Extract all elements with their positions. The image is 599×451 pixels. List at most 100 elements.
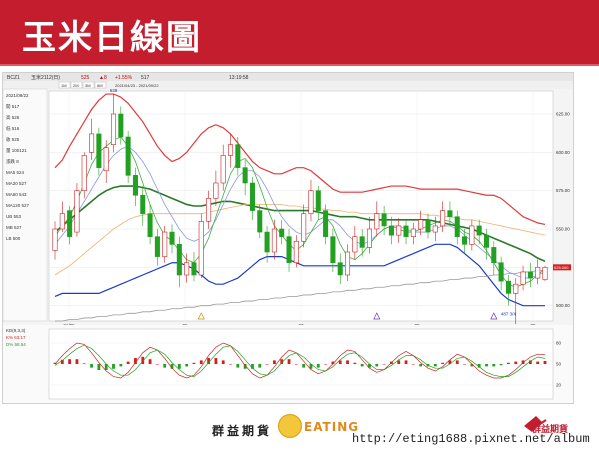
candle-body <box>154 236 160 257</box>
kd-histogram-bar <box>177 364 181 369</box>
kd-histogram-bar <box>543 361 547 364</box>
y-tick-label: 500.00 <box>556 303 570 308</box>
footer-eating: EATING <box>304 420 360 434</box>
left-panel-row: MA120 527 <box>6 203 30 208</box>
toolbar-high: 517 <box>141 75 150 81</box>
toolbar-name: 玉米2112(日) <box>31 74 60 81</box>
period-label-6M: 6M <box>97 83 103 88</box>
candle-body <box>184 262 190 276</box>
candle-body <box>454 216 460 237</box>
kd-histogram-bar <box>302 364 306 368</box>
candle-body <box>542 267 548 280</box>
left-panel-row: 量 100121 <box>6 147 27 154</box>
candle-body <box>403 225 409 237</box>
candle-body <box>527 271 533 279</box>
kd-histogram-bar <box>82 363 86 364</box>
candle-body <box>147 213 153 237</box>
candle-body <box>213 182 219 199</box>
candle-body <box>67 210 73 237</box>
candle-body <box>425 219 431 233</box>
toolbar-change: ▲8 <box>99 75 107 81</box>
kd-histogram-bar <box>258 364 262 368</box>
candle-body <box>235 144 241 168</box>
left-panel-row: MB 527 <box>6 225 22 230</box>
candle-body <box>498 262 504 282</box>
kd-histogram-bar <box>375 364 379 367</box>
candle-body <box>52 228 58 251</box>
candle-body <box>81 155 87 191</box>
kd-histogram-bar <box>455 360 459 364</box>
candlestick-chart: BCZ1 玉米2112(日) 525 ▲8 +1.55% 517 13:19:58 1M 2M 3… <box>3 73 573 403</box>
candle-body <box>345 251 351 276</box>
candle-body <box>337 262 343 276</box>
candle-body <box>381 213 387 227</box>
kd-histogram-bar <box>185 364 189 367</box>
kd-histogram-bar <box>75 359 79 364</box>
candle-body <box>301 213 307 242</box>
kd-histogram-bar <box>90 364 93 368</box>
kd-histogram-bar <box>97 364 101 370</box>
candle-body <box>483 234 490 248</box>
toolbar-price: 525 <box>81 75 90 81</box>
left-panel-row: MA20 527 <box>6 181 27 186</box>
kd-histogram-bar <box>148 359 152 364</box>
kd-histogram-bar <box>404 360 408 364</box>
candle-body <box>169 231 175 245</box>
kd-tick-label: 20 <box>556 383 562 388</box>
candle-body <box>162 231 168 257</box>
kd-histogram-bar <box>346 360 349 364</box>
kd-histogram-bar <box>536 361 540 364</box>
period-label-2M: 2M <box>73 83 79 88</box>
kd-histogram-bar <box>273 360 276 364</box>
candle-body <box>242 167 248 184</box>
candle-body <box>315 190 321 211</box>
candle-body <box>293 240 299 264</box>
kd-histogram-bar <box>294 364 298 365</box>
kd-histogram-bar <box>155 364 159 365</box>
kd-histogram-bar <box>485 364 488 367</box>
candle-body <box>469 225 475 245</box>
kd-histogram-bar <box>441 362 445 364</box>
left-panel-row: 低 516 <box>6 125 20 132</box>
kd-histogram-bar <box>287 359 291 364</box>
trough-label: 487 3/4 <box>501 312 517 317</box>
y-tick-label: 600.00 <box>556 150 570 155</box>
kd-histogram-bar <box>411 364 415 365</box>
candle-body <box>132 175 138 196</box>
kd-d-label: D% 58.54 <box>6 342 26 347</box>
kd-histogram-bar <box>229 364 232 365</box>
kd-label: KD(9,3,3) <box>6 328 26 333</box>
candle-body <box>491 247 497 264</box>
candle-body <box>359 236 365 248</box>
candle-body <box>330 236 336 264</box>
candle-body <box>279 228 285 237</box>
candle-body <box>323 210 329 237</box>
left-panel-row: 漲跌 8 <box>6 158 19 165</box>
candle-body <box>257 210 263 233</box>
left-panel-row: 收 525 <box>6 136 20 143</box>
candle-body <box>418 219 424 230</box>
left-panel-row: MA60 543 <box>6 192 27 197</box>
candle-body <box>227 144 234 156</box>
kd-histogram-bar <box>68 359 72 364</box>
sun-icon <box>278 414 302 438</box>
toolbar-change-pct: +1.55% <box>115 75 133 81</box>
kd-histogram-bar <box>163 364 167 368</box>
kd-tick-label: 50 <box>556 362 562 367</box>
kd-histogram-bar <box>112 364 115 369</box>
toolbar-symbol: BCZ1 <box>7 75 20 81</box>
candle-body <box>191 262 197 276</box>
date-range-text: 2021/04/23 - 2021/09/22 <box>115 83 159 88</box>
candle-body <box>410 228 416 237</box>
candle-body <box>118 113 124 138</box>
kd-histogram-bar <box>360 364 364 367</box>
candle-body <box>110 113 117 145</box>
candle-body <box>103 147 109 172</box>
slide-title: 玉米日線圖 <box>22 18 202 58</box>
candle-body <box>366 228 373 248</box>
kd-histogram-bar <box>419 364 423 367</box>
title-divider <box>0 64 599 66</box>
candle-body <box>352 236 358 253</box>
candle-body <box>89 133 95 153</box>
candle-body <box>176 244 182 276</box>
